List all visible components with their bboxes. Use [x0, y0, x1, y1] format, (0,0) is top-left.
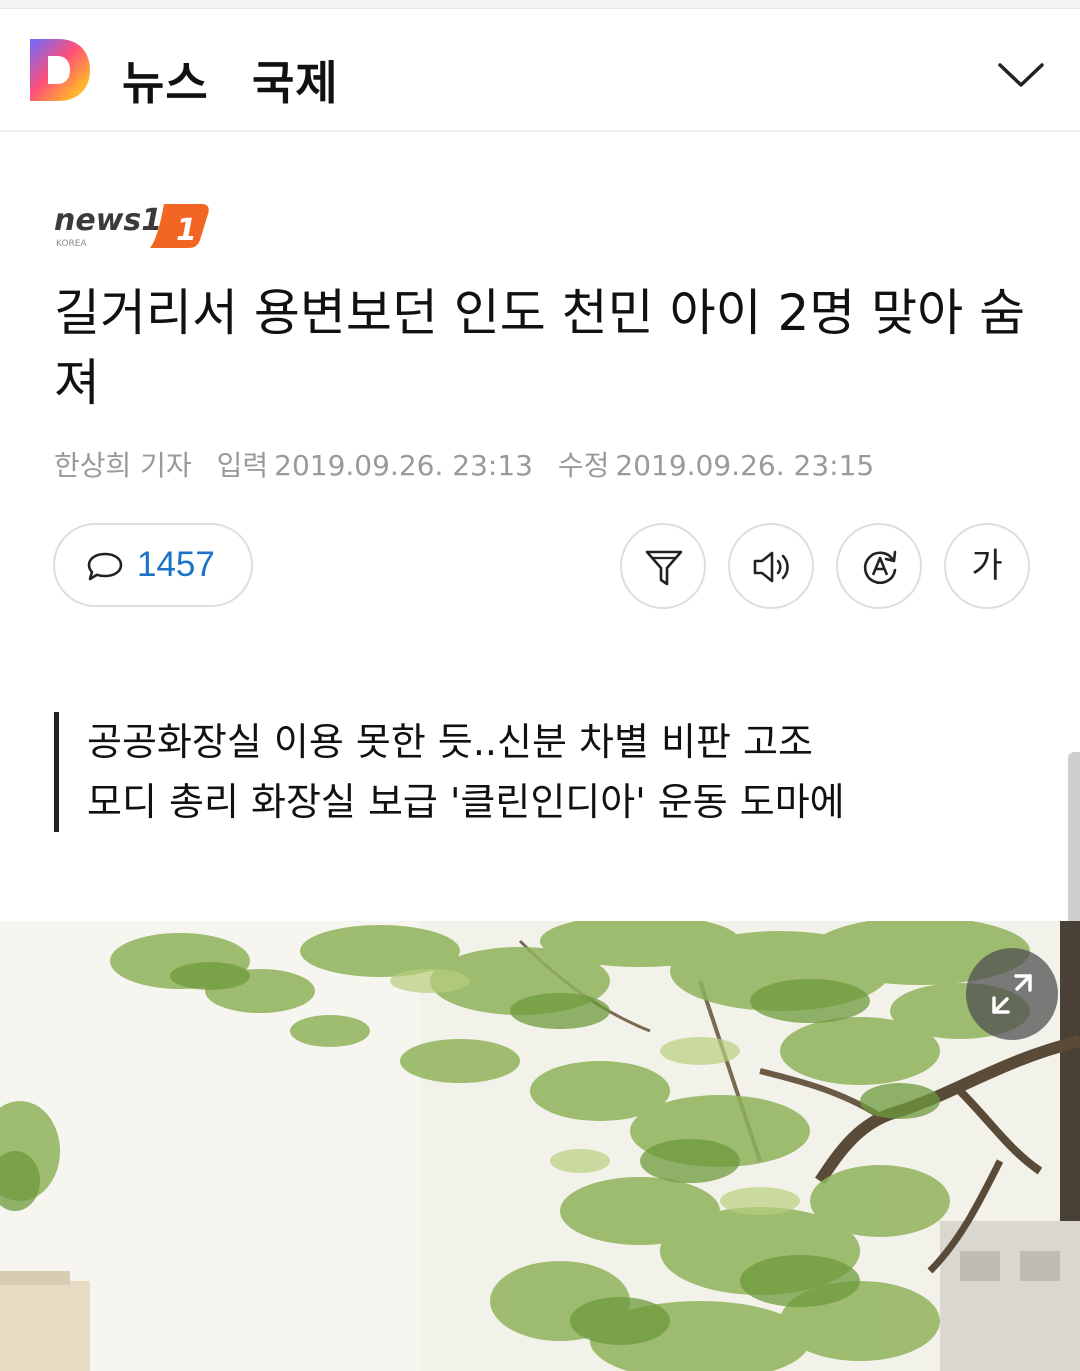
article-title: 길거리서 용변보던 인도 천민 아이 2명 맞아 숨져 [54, 284, 1026, 412]
article-summary: 공공화장실 이용 못한 듯..신분 차별 비판 고조 모디 총리 화장실 보급 … [54, 712, 987, 832]
expand-icon [992, 974, 1032, 1014]
chevron-down-icon[interactable] [996, 57, 1046, 93]
article-meta: 한상희 기자 입력 2019.09.26. 23:13 수정 2019.09.26.… [54, 444, 890, 484]
status-strip [0, 0, 1080, 9]
summary-button[interactable] [620, 523, 706, 609]
speaker-icon [753, 551, 789, 583]
input-time: 2019.09.26. 23:13 [274, 449, 533, 482]
comment-bubble-icon [87, 552, 123, 581]
text-to-speech-button[interactable] [728, 523, 814, 609]
comment-count: 1457 [137, 545, 215, 584]
publisher-sub-text: KOREA [56, 239, 87, 249]
nav-news[interactable]: 뉴스 [122, 47, 209, 113]
news1-logo: news1 1 KOREA [54, 203, 209, 249]
publisher-name-text: news1 [54, 203, 162, 238]
photo-scene [0, 921, 1080, 1371]
expand-photo-button[interactable] [966, 948, 1058, 1040]
summary-line-2: 모디 총리 화장실 보급 '클린인디아' 운동 도마에 [87, 780, 845, 824]
summary-line-1: 공공화장실 이용 못한 듯..신분 차별 비판 고조 [87, 720, 813, 764]
funnel-icon [645, 550, 683, 586]
edit-label: 수정 [557, 449, 610, 482]
edit-time: 2019.09.26. 23:15 [615, 449, 875, 482]
daum-logo[interactable] [28, 37, 92, 103]
nav-section-international[interactable]: 국제 [252, 47, 339, 113]
app-header: 뉴스 국제 [0, 9, 1080, 132]
comment-button[interactable]: 1457 [53, 523, 253, 607]
translate-icon [863, 550, 897, 585]
scrollbar[interactable] [1068, 752, 1080, 932]
translate-button[interactable] [836, 523, 922, 609]
font-size-button[interactable]: 가 [944, 523, 1030, 609]
font-size-label: 가 [971, 546, 1003, 586]
article-photo[interactable] [0, 921, 1080, 1371]
svg-text:1: 1 [176, 213, 197, 248]
input-label: 입력 [216, 449, 269, 482]
reporter-name: 한상희 기자 [54, 449, 192, 482]
